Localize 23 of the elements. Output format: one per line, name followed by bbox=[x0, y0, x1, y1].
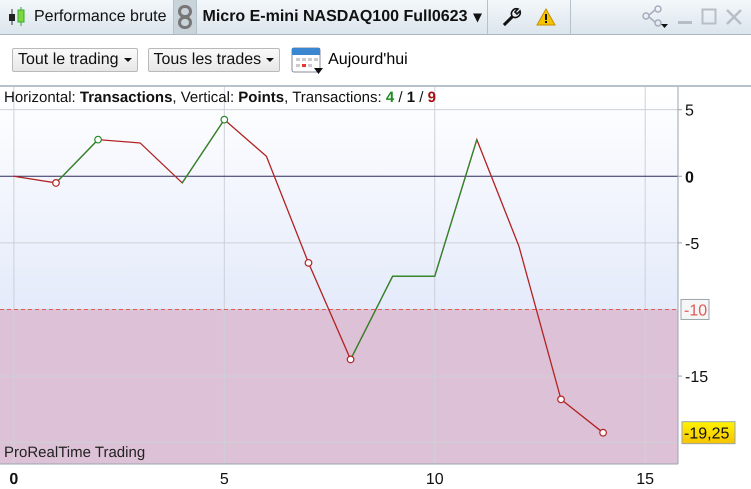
share-icon[interactable] bbox=[641, 5, 669, 29]
y-tick-label: -10 bbox=[684, 302, 708, 320]
instrument-dropdown[interactable]: Micro E-mini NASDAQ100 Full0623 ▾ bbox=[202, 7, 482, 27]
warning-icon[interactable] bbox=[536, 8, 556, 26]
threshold-tag: -10 bbox=[680, 298, 710, 320]
filter-dropdown[interactable]: Tout le trading bbox=[12, 48, 138, 72]
date-label: Aujourd'hui bbox=[328, 51, 408, 69]
wrench-icon[interactable] bbox=[502, 7, 522, 27]
window-title: Performance brute bbox=[34, 8, 167, 26]
filter-dropdown[interactable]: Tous les trades bbox=[148, 48, 280, 72]
axis-tick-label: 15 bbox=[636, 471, 654, 488]
axis-tick-label: -5 bbox=[685, 236, 700, 253]
calendar-icon[interactable] bbox=[290, 45, 324, 75]
axis-tick-label: 5 bbox=[220, 471, 229, 488]
axis-tick-label: 0 bbox=[9, 471, 18, 488]
axis-tick-label: -15 bbox=[685, 369, 708, 386]
axis-tick-label: 10 bbox=[426, 471, 444, 488]
last-value-tag: -19,25 bbox=[682, 421, 736, 444]
axis-tick-label: 5 bbox=[685, 102, 694, 120]
chart-legend: Horizontal: Transactions, Vertical: Points, Transactions: 4 / 1 / 9 bbox=[4, 89, 436, 106]
watermark-label: ProRealTime Trading bbox=[4, 444, 146, 461]
link-icon[interactable] bbox=[178, 5, 192, 29]
axis-tick-label: 0 bbox=[685, 169, 694, 186]
